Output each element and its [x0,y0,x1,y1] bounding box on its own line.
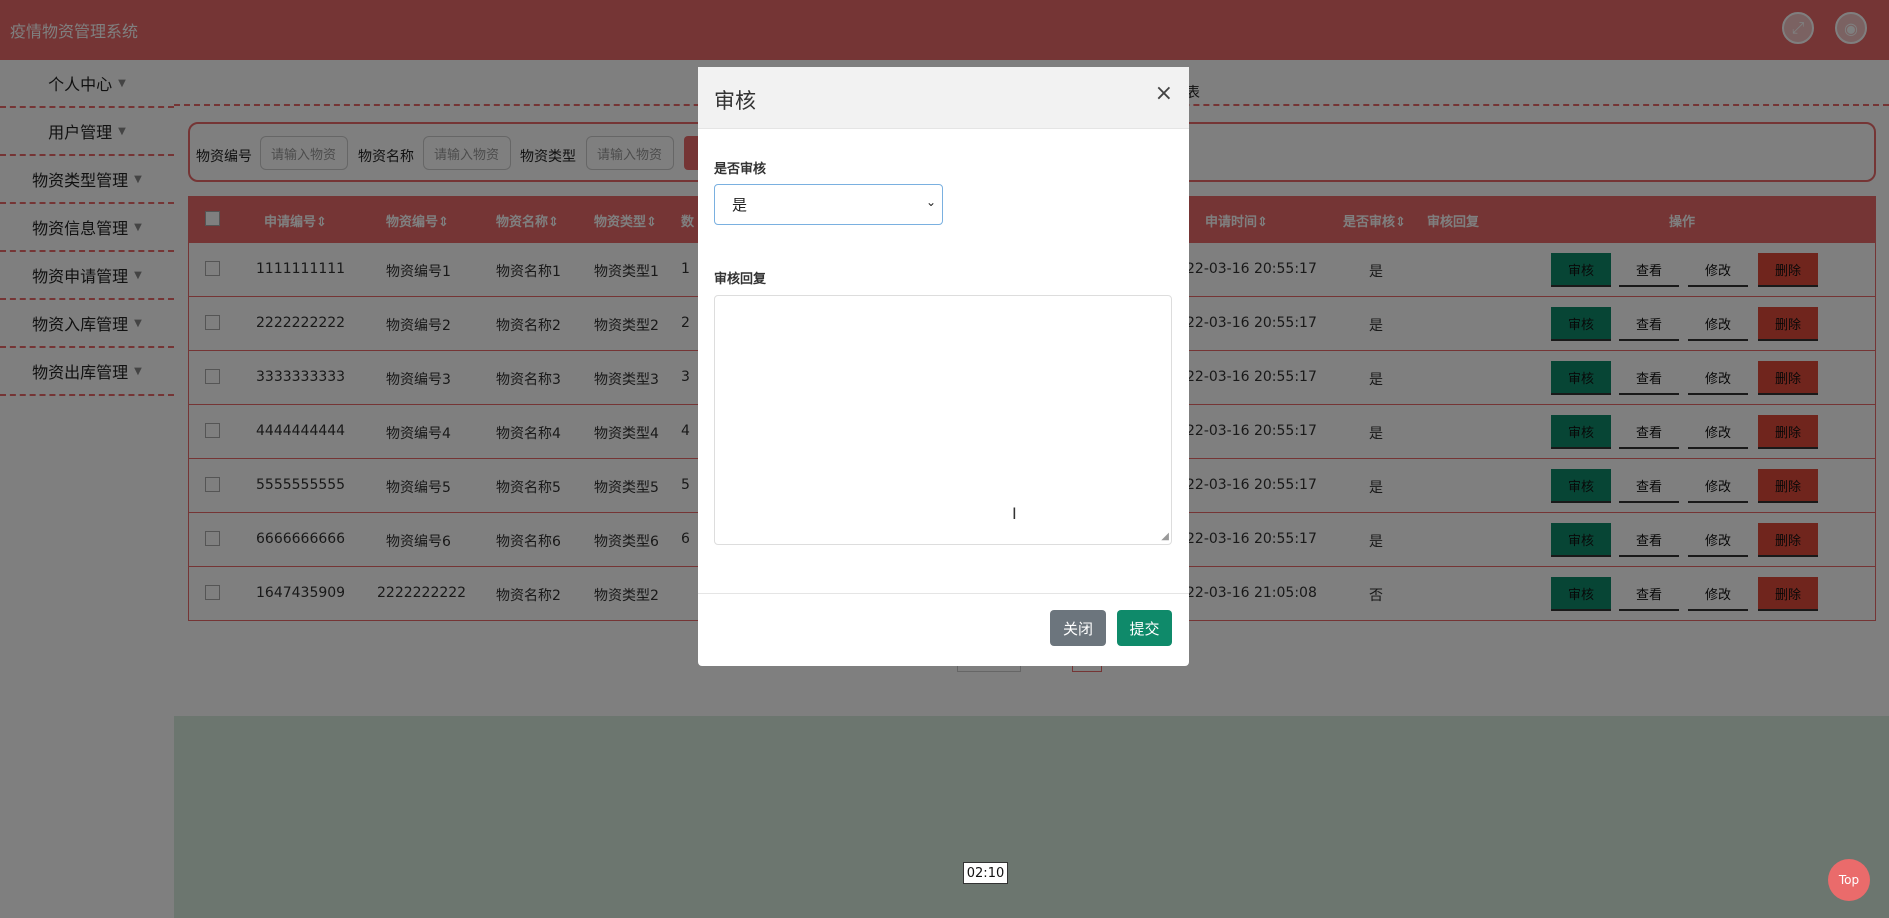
audit-select-value: 是 [732,196,748,214]
close-icon[interactable]: × [1155,81,1173,106]
audit-modal: 审核 × 是否审核 是 ⌄ 审核回复 I ◢ 关闭 提交 [698,67,1189,666]
audit-label: 是否审核 [714,162,767,177]
reply-label: 审核回复 [714,272,767,287]
audit-select[interactable]: 是 ⌄ [714,184,943,225]
submit-button[interactable]: 提交 [1117,610,1172,646]
resize-handle-icon[interactable]: ◢ [1161,531,1169,542]
modal-header: 审核 × [698,67,1189,129]
close-button[interactable]: 关闭 [1050,610,1106,646]
text-cursor-icon: I [1012,504,1017,523]
modal-footer-divider [698,593,1189,594]
time-badge: 02:10 [963,862,1008,884]
back-to-top-button[interactable]: Top [1828,859,1870,901]
reply-textarea[interactable]: I ◢ [714,295,1172,545]
chevron-down-icon: ⌄ [925,195,936,209]
modal-title: 审核 [714,89,756,113]
